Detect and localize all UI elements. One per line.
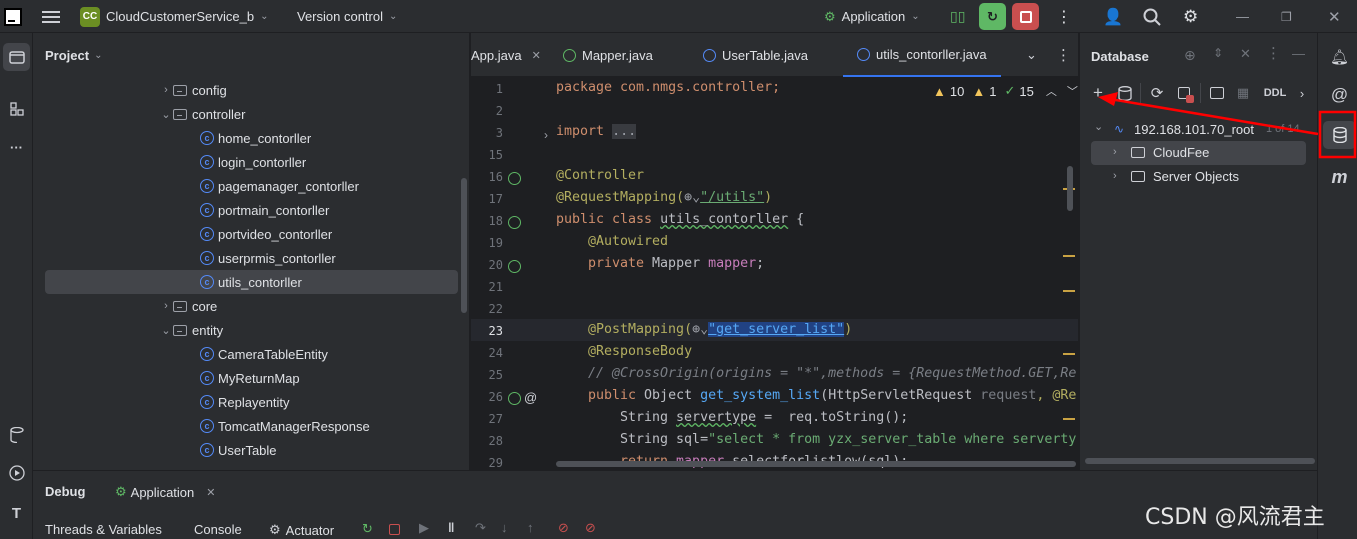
annotation-arrow-line	[1109, 97, 1319, 136]
annotation-overlay	[1098, 92, 1357, 159]
highlight-box	[1318, 110, 1357, 159]
csdn-watermark: CSDN @风流君主	[1145, 505, 1325, 530]
annotation-arrowhead-icon	[1098, 92, 1118, 106]
